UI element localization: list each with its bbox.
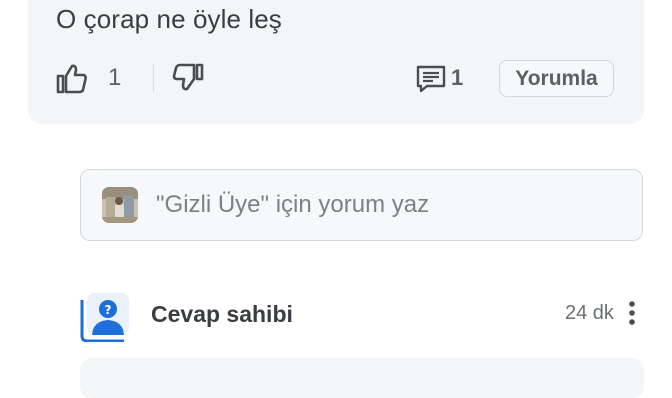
comment-icon[interactable]	[415, 64, 447, 94]
anonymous-avatar-icon[interactable]: ?	[80, 292, 130, 343]
dislike-button[interactable]	[171, 60, 205, 94]
comment-button[interactable]: Yorumla	[499, 60, 614, 97]
user-avatar	[102, 187, 138, 223]
action-divider	[153, 64, 154, 92]
post-actions: 1 1 Yorumla	[0, 0, 672, 130]
thumbs-down-icon	[172, 63, 204, 91]
thumbs-up-icon	[56, 64, 87, 94]
answer-card	[80, 358, 644, 398]
like-count: 1	[108, 64, 122, 91]
comment-button-label: Yorumla	[515, 66, 598, 90]
comment-count: 1	[451, 65, 464, 90]
like-button[interactable]	[55, 62, 89, 96]
timestamp: 24 dk	[565, 302, 614, 324]
comment-placeholder: "Gizli Üye" için yorum yaz	[156, 191, 430, 218]
more-vertical-icon[interactable]	[626, 300, 638, 326]
svg-text:?: ?	[105, 303, 112, 317]
author-label: Cevap sahibi	[151, 301, 293, 327]
